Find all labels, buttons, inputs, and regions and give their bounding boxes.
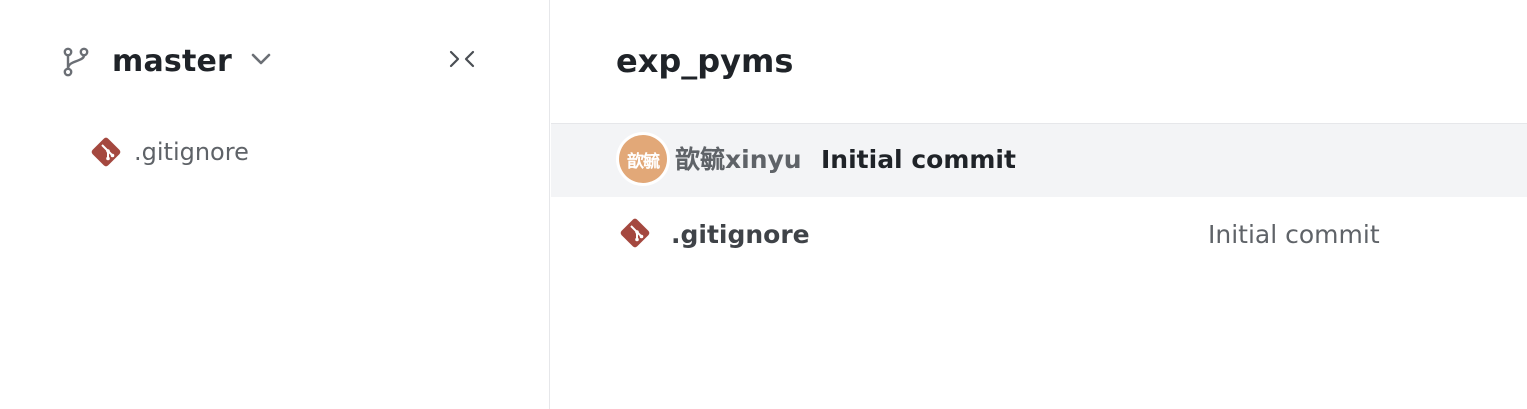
repository-main-panel: exp_pyms 歆毓 歆毓xinyu Initial commit .giti… xyxy=(551,0,1527,409)
chevron-down-icon[interactable] xyxy=(248,48,274,70)
commit-author[interactable]: 歆毓xinyu xyxy=(675,142,802,178)
git-branch-icon xyxy=(63,47,89,77)
tree-item-gitignore[interactable]: .gitignore xyxy=(88,130,249,174)
latest-commit-row: 歆毓 歆毓xinyu Initial commit xyxy=(551,124,1527,197)
file-tree-sidebar: master .gitignore xyxy=(0,0,550,409)
tree-item-label: .gitignore xyxy=(134,138,249,166)
avatar[interactable]: 歆毓 xyxy=(619,135,667,183)
repo-title: exp_pyms xyxy=(616,42,794,80)
branch-selector-bar: master xyxy=(0,0,550,124)
collapse-panel-icon[interactable] xyxy=(447,45,477,73)
commit-message[interactable]: Initial commit xyxy=(821,142,1016,178)
branch-name[interactable]: master xyxy=(112,40,232,84)
table-row[interactable]: .gitignore Initial commit xyxy=(551,197,1527,269)
file-last-commit-link[interactable]: Initial commit xyxy=(1208,217,1380,253)
git-file-icon xyxy=(91,137,121,167)
file-name-link[interactable]: .gitignore xyxy=(671,217,810,253)
git-file-icon xyxy=(620,218,650,248)
file-table: 歆毓 歆毓xinyu Initial commit .gitignore Ini… xyxy=(551,123,1527,269)
